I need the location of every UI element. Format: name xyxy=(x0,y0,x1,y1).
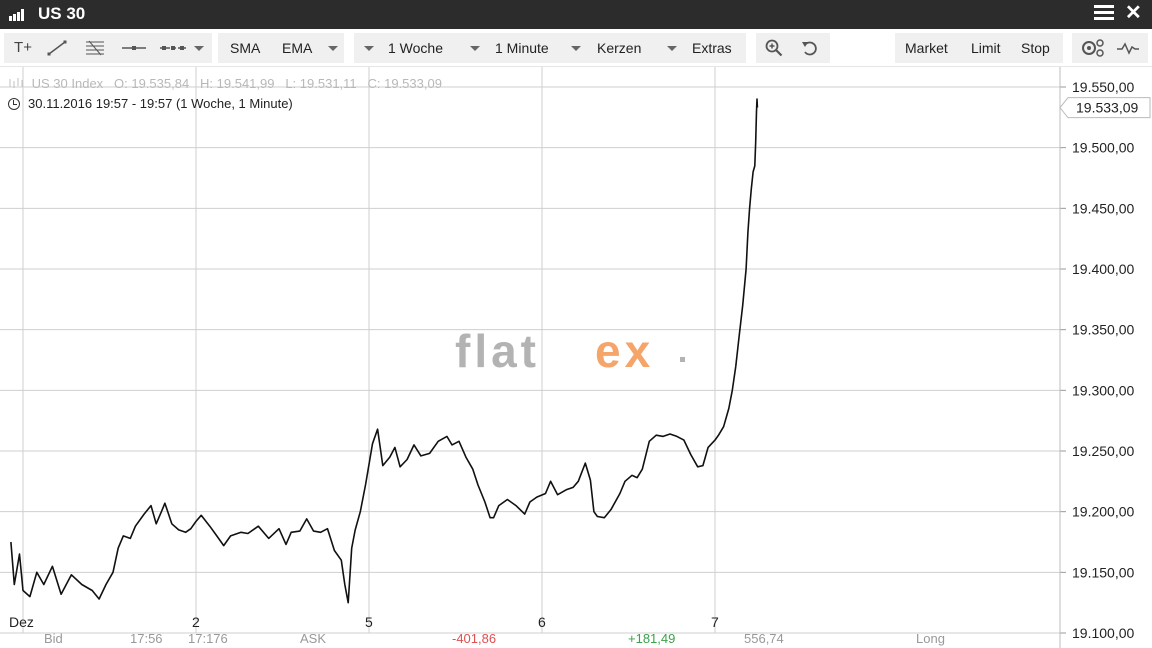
chart-style-select[interactable]: Kerzen xyxy=(597,33,641,63)
limit-order-button[interactable]: Limit xyxy=(971,33,1001,63)
interval-select[interactable]: 1 Minute xyxy=(495,33,549,63)
clock-icon xyxy=(8,98,20,110)
low-value: L: 19.531,11 xyxy=(285,76,357,91)
peek-cell-2: 17:56 xyxy=(130,633,163,646)
order-table-peek: Bid 17:56 17:176 ASK -401,86 +181,49 556… xyxy=(0,633,1060,648)
indicators-group: SMA EMA xyxy=(218,33,344,63)
last-price-label: 19.533,09 xyxy=(1076,100,1138,116)
drawing-tools-dropdown-icon[interactable] xyxy=(194,33,206,63)
timestamp-label: 30.11.2016 19:57 - 19:57 (1 Woche, 1 Min… xyxy=(28,96,293,111)
high-value: H: 19.541,99 xyxy=(200,76,275,91)
extras-dropdown-icon[interactable] xyxy=(667,33,679,63)
peek-cell-3: 17:176 xyxy=(188,633,228,646)
peek-cell-4: ASK xyxy=(300,633,327,646)
time-info: 30.11.2016 19:57 - 19:57 (1 Woche, 1 Min… xyxy=(8,96,293,111)
chart-area[interactable]: 19.550,00 19.500,00 19.450,00 19.400,00 19.3… xyxy=(0,67,1152,648)
flatex-watermark-logo: flat ex xyxy=(455,331,685,375)
watermark-flat-text: flat xyxy=(455,331,540,375)
window-titlebar: US 30 ✕ xyxy=(0,0,1152,29)
ohlc-bars-icon xyxy=(9,78,23,88)
ohlc-info: US 30 Index O: 19.535,84 H: 19.541,99 L:… xyxy=(8,76,442,91)
reset-zoom-icon[interactable] xyxy=(800,33,820,63)
stop-order-button[interactable]: Stop xyxy=(1021,33,1050,63)
zoom-group xyxy=(756,33,830,63)
watermark-ex-text: ex xyxy=(595,331,654,375)
trendline-tool-icon[interactable] xyxy=(46,33,68,63)
open-value: O: 19.535,84 xyxy=(114,76,190,91)
hamburger-menu-icon[interactable] xyxy=(1094,5,1114,23)
ray-line-tool-icon[interactable] xyxy=(160,33,186,63)
peek-cell-7: 556,74 xyxy=(744,633,784,646)
y-tick-label: 19.150,00 xyxy=(1072,564,1134,580)
settings-icon[interactable] xyxy=(1080,33,1106,63)
chart-toolbar: T+ SMA EMA 1 Woche 1 Minute Kerzen Extra… xyxy=(0,29,1152,67)
close-icon[interactable]: ✕ xyxy=(1125,2,1142,24)
x-tick-label: 5 xyxy=(365,614,373,630)
text-tool-button[interactable]: T+ xyxy=(12,33,34,63)
x-tick-label: 2 xyxy=(192,614,200,630)
close-value: C: 19.533,09 xyxy=(367,76,442,91)
x-tick-label: 6 xyxy=(538,614,546,630)
peek-cell-5: -401,86 xyxy=(452,633,497,646)
y-tick-label: 19.500,00 xyxy=(1072,140,1134,156)
y-tick-label: 19.250,00 xyxy=(1072,443,1134,459)
settings-group xyxy=(1072,33,1148,63)
period-select[interactable]: 1 Woche xyxy=(388,33,443,63)
horizontal-line-tool-icon[interactable] xyxy=(122,33,146,63)
y-tick-label: 19.200,00 xyxy=(1072,504,1134,520)
peek-cell-8: Long xyxy=(916,633,945,646)
instrument-name: US 30 Index xyxy=(31,76,104,91)
y-tick-label: 19.400,00 xyxy=(1072,261,1134,277)
indicators-dropdown-icon[interactable] xyxy=(328,33,340,63)
y-tick-label: 19.550,00 xyxy=(1072,79,1134,95)
timeframe-group: 1 Woche 1 Minute Kerzen Extras xyxy=(354,33,746,63)
x-tick-label: Dez xyxy=(9,614,34,630)
peek-cell-1: Bid xyxy=(44,633,63,646)
fibonacci-tool-icon[interactable] xyxy=(84,33,106,63)
order-group: Market Limit Stop xyxy=(895,33,1063,63)
peek-cell-6: +181,49 xyxy=(628,633,676,646)
x-tick-label: 7 xyxy=(711,614,719,630)
period-dropdown-icon[interactable] xyxy=(364,33,376,63)
chart-app-icon xyxy=(9,9,24,21)
chart-style-dropdown-icon[interactable] xyxy=(571,33,583,63)
y-tick-label: 19.350,00 xyxy=(1072,322,1134,338)
market-order-button[interactable]: Market xyxy=(905,33,948,63)
ema-button[interactable]: EMA xyxy=(282,33,312,63)
y-tick-label: 19.450,00 xyxy=(1072,200,1134,216)
extras-menu[interactable]: Extras xyxy=(692,33,732,63)
sma-button[interactable]: SMA xyxy=(230,33,260,63)
indicator-wave-icon[interactable] xyxy=(1116,33,1140,63)
interval-dropdown-icon[interactable] xyxy=(470,33,482,63)
drawing-tools-group: T+ xyxy=(4,33,212,63)
window-title: US 30 xyxy=(38,4,86,23)
y-tick-label: 19.300,00 xyxy=(1072,382,1134,398)
zoom-in-icon[interactable] xyxy=(764,33,784,63)
y-tick-label: 19.100,00 xyxy=(1072,625,1134,641)
